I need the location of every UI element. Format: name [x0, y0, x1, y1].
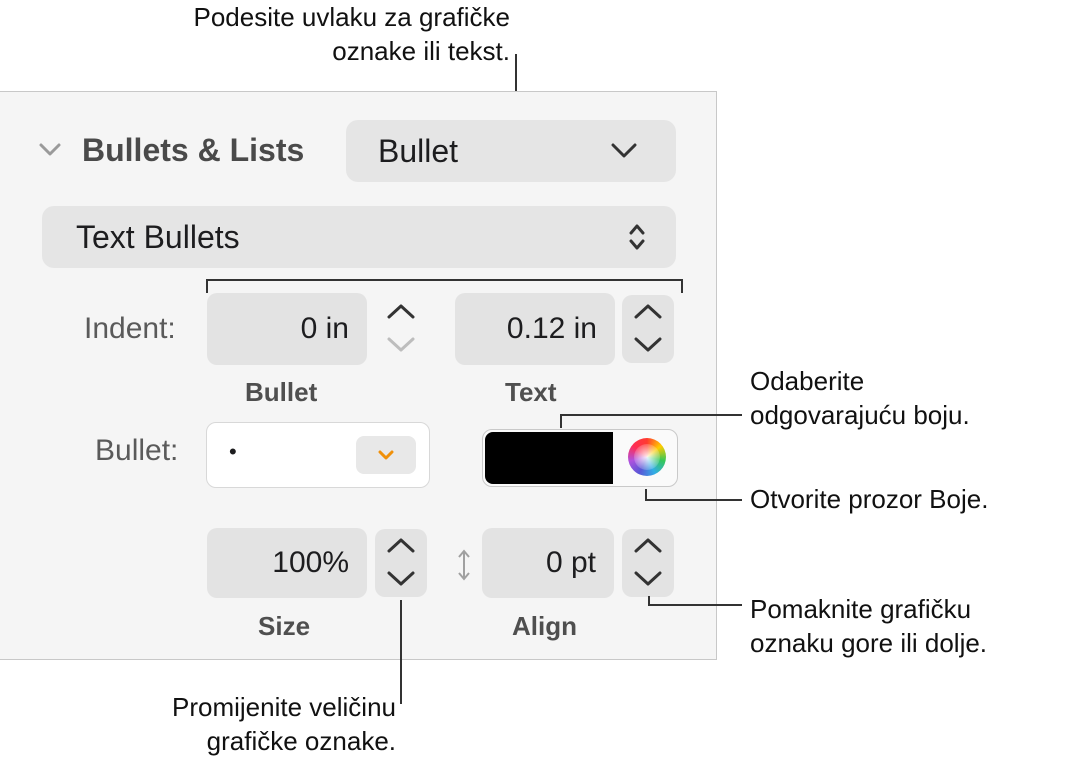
bullet-char-dropdown[interactable] [356, 436, 416, 474]
format-panel: Bullets & Lists Bullet Text Bullets Inde… [0, 91, 717, 660]
bullet-label: Bullet: [95, 434, 179, 467]
chevron-up-icon[interactable] [385, 535, 417, 560]
chevron-down-icon[interactable] [385, 335, 417, 360]
callout-color: Odaberite odgovarajuću boju. [750, 364, 970, 432]
bullet-type-value: Text Bullets [76, 218, 240, 255]
size-caption: Size [258, 611, 311, 641]
callout-indent: Podesite uvlaku za grafičke oznake ili t… [193, 0, 510, 68]
callout-move-line1: Pomaknite grafičku [750, 594, 972, 624]
section-title: Bullets & Lists [82, 132, 305, 168]
chevron-up-icon[interactable] [385, 301, 417, 326]
callout-colors-leader-h [645, 499, 742, 501]
callout-color-leader-v [560, 414, 562, 428]
chevron-down-icon [610, 142, 638, 165]
text-indent-stepper[interactable] [622, 295, 674, 363]
bullet-type-popup[interactable]: Text Bullets [42, 206, 676, 268]
callout-colors-window: Otvorite prozor Boje. [750, 484, 989, 514]
callout-colors-leader-v [645, 489, 647, 501]
callout-color-leader-h [560, 414, 742, 416]
callout-move-leader-v [648, 596, 650, 606]
callout-size: Promijenite veličinu grafičke oznake. [172, 690, 396, 758]
vertical-arrows-icon [456, 548, 472, 587]
callout-color-line1: Odaberite [750, 366, 865, 396]
chevron-down-icon[interactable] [632, 569, 664, 594]
text-indent-field[interactable]: 0.12 in [455, 293, 615, 365]
indent-bracket-right [681, 279, 683, 293]
callout-move-line2: oznaku gore ili dolje. [750, 628, 988, 658]
color-wheel-icon[interactable] [628, 438, 666, 476]
bullet-color-well[interactable] [482, 429, 678, 487]
up-down-chevrons-icon [628, 222, 646, 257]
callout-size-line1: Promijenite veličinu [172, 692, 396, 722]
indent-bracket-top [206, 279, 683, 281]
align-caption: Align [512, 611, 577, 641]
chevron-down-icon[interactable] [385, 569, 417, 594]
callout-color-line2: odgovarajuću boju. [750, 400, 970, 430]
color-swatch[interactable] [485, 432, 613, 484]
indent-label: Indent: [84, 312, 176, 345]
chevron-down-icon [376, 448, 396, 467]
align-stepper[interactable] [622, 529, 674, 597]
callout-size-leader [400, 600, 402, 704]
list-style-value: Bullet [378, 132, 459, 169]
bullet-indent-caption: Bullet [245, 377, 318, 407]
indent-bracket-left [206, 279, 208, 293]
size-stepper[interactable] [375, 529, 427, 597]
text-indent-caption: Text [505, 377, 557, 407]
callout-indent-line1: Podesite uvlaku za grafičke [193, 2, 510, 32]
list-style-popup[interactable]: Bullet [346, 120, 676, 182]
callout-move-leader-h [648, 604, 742, 606]
chevron-down-icon[interactable] [632, 335, 664, 360]
chevron-up-icon[interactable] [632, 535, 664, 560]
bullet-char-value: • [229, 439, 237, 464]
size-field[interactable]: 100% [207, 528, 367, 598]
callout-size-line2: grafičke oznake. [206, 726, 396, 756]
callout-move: Pomaknite grafičku oznaku gore ili dolje… [750, 592, 987, 660]
disclosure-chevron-icon[interactable] [38, 142, 62, 163]
callout-indent-line2: oznake ili tekst. [332, 36, 510, 66]
bullet-char-field[interactable]: • [206, 422, 430, 488]
align-field[interactable]: 0 pt [482, 528, 614, 598]
chevron-up-icon[interactable] [632, 301, 664, 326]
bullet-indent-field[interactable]: 0 in [207, 293, 367, 365]
bullet-indent-stepper[interactable] [375, 295, 427, 363]
